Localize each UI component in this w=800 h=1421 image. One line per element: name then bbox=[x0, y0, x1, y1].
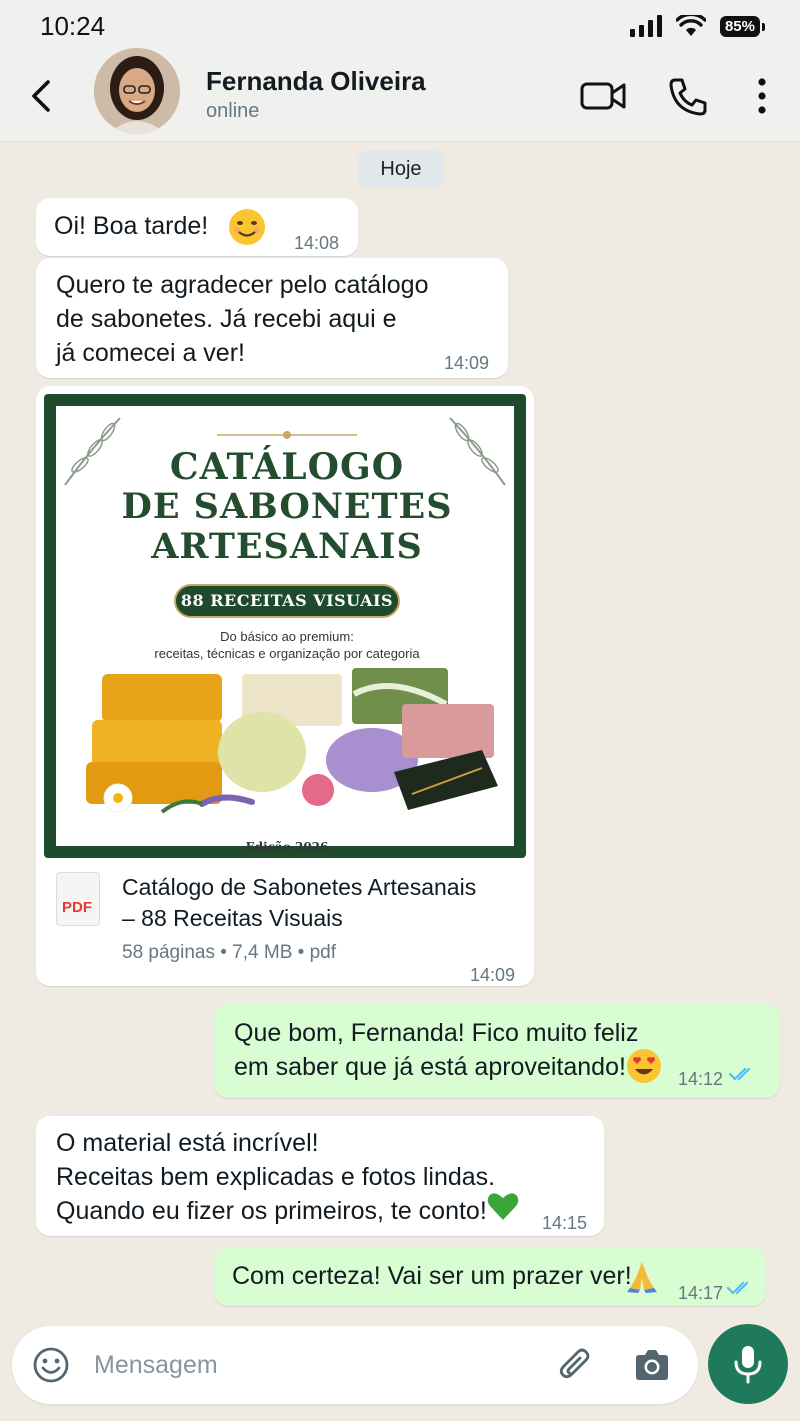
status-bar: 10:24 85% bbox=[0, 0, 800, 52]
avatar[interactable] bbox=[94, 48, 180, 134]
message-composer bbox=[12, 1326, 698, 1404]
voice-message-button[interactable] bbox=[708, 1324, 788, 1404]
camera-icon[interactable] bbox=[632, 1346, 672, 1384]
document-message[interactable]: CATÁLOGO DE SABONETES ARTESANAIS 88 RECE… bbox=[36, 386, 534, 986]
message-text: Quero te agradecer pelo catálogo de sabo… bbox=[56, 271, 429, 367]
catalog-edition: Edição 2026 bbox=[245, 840, 329, 854]
battery-indicator: 85% bbox=[719, 15, 766, 37]
message-time: 14:12 bbox=[678, 1069, 724, 1089]
microphone-icon bbox=[734, 1346, 762, 1384]
emoji-picker-icon[interactable] bbox=[32, 1346, 70, 1384]
document-meta: 58 páginas • 7,4 MB • pdf bbox=[122, 942, 336, 963]
message-bubble-outgoing[interactable]: Que bom, Fernanda! Fico muito feliz em s… bbox=[214, 1004, 780, 1098]
message-time: 14:08 bbox=[294, 233, 340, 253]
ornament-divider-icon bbox=[217, 431, 357, 439]
message-text: Oi! Boa tarde! bbox=[54, 212, 209, 240]
read-ticks-icon bbox=[726, 1281, 749, 1295]
heart-eyes-emoji-icon bbox=[627, 1049, 661, 1083]
green-heart-emoji-icon bbox=[487, 1193, 519, 1220]
message-time: 14:17 bbox=[678, 1283, 724, 1303]
back-arrow-icon[interactable] bbox=[22, 76, 62, 116]
message-time: 14:15 bbox=[542, 1213, 588, 1233]
wifi-icon bbox=[675, 15, 706, 36]
more-options-icon[interactable] bbox=[752, 76, 772, 116]
status-time: 10:24 bbox=[40, 10, 106, 41]
folded-hands-emoji-icon bbox=[627, 1262, 657, 1293]
message-bubble-incoming[interactable]: O material está incrível! Receitas bem e… bbox=[36, 1116, 604, 1236]
catalog-subtitle-line2: receitas, técnicas e organização por cat… bbox=[154, 646, 420, 661]
smiling-face-emoji-icon bbox=[229, 209, 265, 245]
message-text: Com certeza! Vai ser um prazer ver! bbox=[232, 1262, 632, 1290]
contact-name[interactable]: Fernanda Oliveira bbox=[206, 66, 426, 97]
catalog-subtitle-line1: Do básico ao premium: bbox=[220, 629, 354, 644]
pdf-file-icon: PDF bbox=[56, 872, 100, 926]
message-time: 14:09 bbox=[444, 353, 490, 373]
message-input[interactable] bbox=[94, 1344, 534, 1386]
catalog-title-line1: CATÁLOGO bbox=[169, 446, 405, 488]
chat-area[interactable]: Hoje Oi! Boa tarde! 14:08 Quero te agrad… bbox=[0, 142, 800, 1322]
status-icons: 85% bbox=[629, 15, 766, 37]
message-time: 14:09 bbox=[470, 965, 516, 985]
signal-icon bbox=[629, 15, 662, 37]
message-bubble-outgoing[interactable]: Com certeza! Vai ser um prazer ver! 14:1… bbox=[214, 1248, 766, 1306]
document-file-name[interactable]: Catálogo de Sabonetes Artesanais – 88 Re… bbox=[122, 872, 522, 934]
catalog-title-line3: ARTESANAIS bbox=[151, 526, 423, 567]
voice-call-icon[interactable] bbox=[666, 76, 708, 118]
message-text: O material está incrível! Receitas bem e… bbox=[56, 1129, 496, 1225]
contact-status: online bbox=[206, 100, 260, 122]
pdf-badge: PDF bbox=[62, 899, 92, 916]
catalog-title-line2: DE SABONETES bbox=[121, 486, 453, 527]
catalog-banner: 88 RECEITAS VISUAIS bbox=[174, 584, 400, 618]
read-ticks-icon bbox=[728, 1067, 751, 1081]
message-bubble-incoming[interactable]: Quero te agradecer pelo catálogo de sabo… bbox=[36, 258, 508, 378]
attachment-clip-icon[interactable] bbox=[556, 1346, 594, 1384]
message-bubble-incoming[interactable]: Oi! Boa tarde! 14:08 bbox=[36, 198, 358, 256]
catalog-cover-preview[interactable]: CATÁLOGO DE SABONETES ARTESANAIS 88 RECE… bbox=[44, 394, 526, 858]
video-call-icon[interactable] bbox=[580, 76, 626, 116]
message-text: Que bom, Fernanda! Fico muito feliz em s… bbox=[234, 1019, 639, 1081]
date-separator: Hoje bbox=[358, 150, 444, 188]
soap-bars-illustration bbox=[86, 668, 498, 814]
chat-header: Fernanda Oliveira online bbox=[0, 48, 800, 142]
